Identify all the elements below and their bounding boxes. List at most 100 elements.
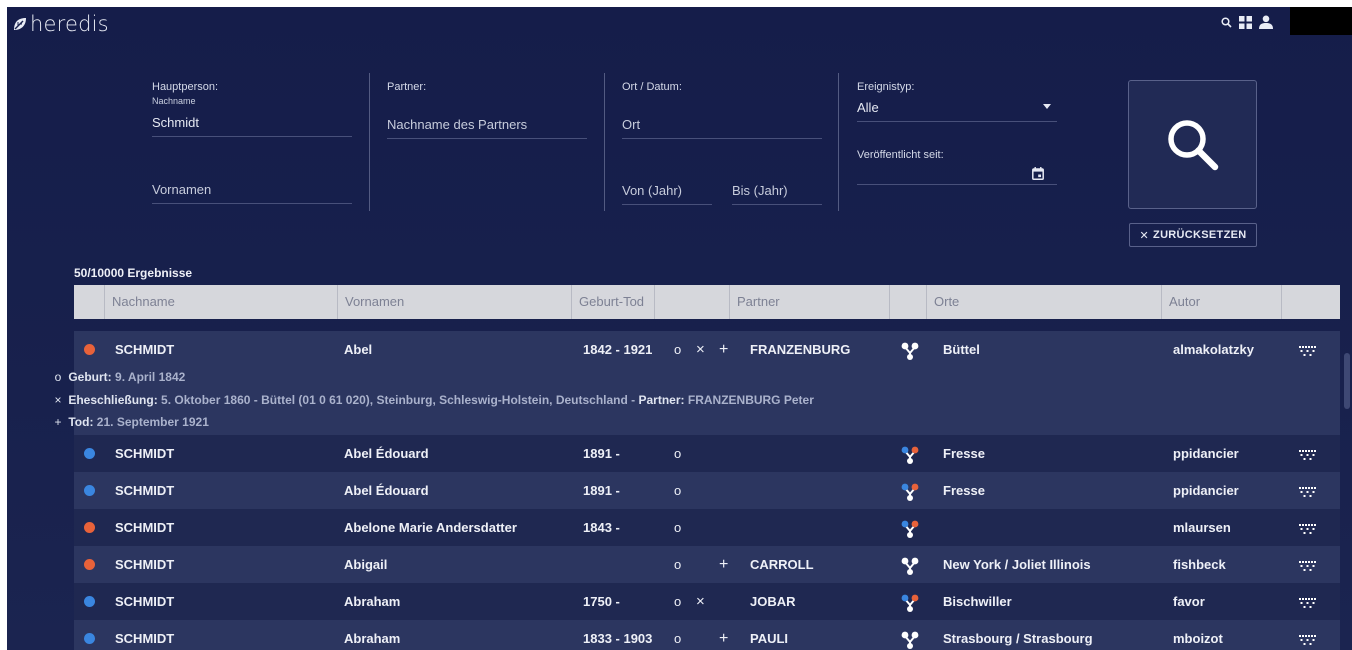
- cell-nachname: SCHMIDT: [115, 557, 175, 572]
- cell-vornamen: Abel: [344, 342, 373, 357]
- table-row[interactable]: SCHMIDT Abel Édouard 1891 - o Fresse ppidanci…: [74, 472, 1340, 509]
- cell-nachname: SCHMIDT: [115, 342, 175, 357]
- family-tree-icon[interactable]: [900, 583, 920, 620]
- death-icon: +: [54, 415, 62, 429]
- divider: [838, 73, 839, 211]
- birth-icon: o: [674, 594, 682, 609]
- cell-orte: Bischwiller: [943, 594, 1012, 609]
- close-icon: ✕: [1139, 229, 1150, 242]
- divider: [604, 73, 605, 211]
- hauptperson-label: Hauptperson:: [152, 81, 219, 93]
- pedigree-icon[interactable]: [1298, 331, 1318, 368]
- veroeffentlicht-date-input[interactable]: [857, 167, 1057, 185]
- gender-dot: [84, 522, 95, 533]
- cell-autor[interactable]: fishbeck: [1173, 546, 1226, 583]
- column-header-actions: [1281, 285, 1340, 319]
- cell-orte: New York / Joliet Illinois: [943, 557, 1091, 572]
- family-tree-icon[interactable]: [900, 509, 920, 546]
- column-header-tree: [889, 285, 926, 319]
- table-row[interactable]: SCHMIDT Abelone Marie Andersdatter 1843 - o…: [74, 509, 1340, 546]
- vornamen-input[interactable]: Vornamen: [152, 182, 352, 204]
- detail-partner-value: FRANZENBURG Peter: [687, 393, 814, 407]
- table-row[interactable]: SCHMIDT Abel Édouard 1891 - o Fresse ppidanci…: [74, 435, 1340, 472]
- cell-nachname: SCHMIDT: [115, 594, 175, 609]
- column-header-geburt-tod[interactable]: Geburt-Tod: [571, 285, 654, 319]
- nachname-input[interactable]: Schmidt: [152, 115, 352, 137]
- search-button[interactable]: [1128, 80, 1257, 209]
- cell-nachname: SCHMIDT: [115, 520, 175, 535]
- detail-geburt: o Geburt: 9. April 1842: [51, 370, 186, 384]
- search-icon: [1167, 119, 1218, 170]
- column-header-autor[interactable]: Autor: [1161, 285, 1281, 319]
- partner-label: Partner:: [387, 81, 427, 93]
- cell-nachname: SCHMIDT: [115, 446, 175, 461]
- cell-dates: 1843 -: [583, 520, 620, 535]
- detail-tod-value: 21. September 1921: [96, 415, 209, 429]
- cell-orte: Büttel: [943, 342, 980, 357]
- ereignistyp-select[interactable]: Alle: [857, 100, 1057, 122]
- leaf-icon: [14, 18, 26, 30]
- gender-dot: [84, 559, 95, 570]
- veroeffentlicht-label: Veröffentlicht seit:: [857, 149, 944, 161]
- family-tree-icon[interactable]: [900, 620, 920, 650]
- pedigree-icon[interactable]: [1298, 546, 1318, 583]
- family-tree-icon[interactable]: [900, 331, 920, 368]
- reset-label: ZURÜCKSETZEN: [1153, 229, 1247, 241]
- gender-dot: [84, 448, 95, 459]
- cell-autor[interactable]: favor: [1173, 583, 1205, 620]
- reset-button[interactable]: ✕ ZURÜCKSETZEN: [1129, 223, 1257, 247]
- detail-partner-label: Partner:: [638, 393, 685, 407]
- cell-autor[interactable]: almakolatzky: [1173, 331, 1254, 368]
- cell-dates: 1842 - 1921: [583, 342, 653, 357]
- family-tree-icon[interactable]: [900, 546, 920, 583]
- grid-icon[interactable]: [1239, 15, 1252, 29]
- gender-dot: [84, 485, 95, 496]
- bis-jahr-input[interactable]: Bis (Jahr): [732, 183, 822, 205]
- column-header-partner[interactable]: Partner: [729, 285, 889, 319]
- cell-nachname: SCHMIDT: [115, 631, 175, 646]
- pedigree-icon[interactable]: [1298, 509, 1318, 546]
- logo[interactable]: heredis: [12, 12, 109, 36]
- pedigree-icon[interactable]: [1298, 435, 1318, 472]
- cell-dates: 1750 -: [583, 594, 620, 609]
- pedigree-icon[interactable]: [1298, 472, 1318, 509]
- ort-input[interactable]: Ort: [622, 117, 822, 139]
- table-header: Nachname Vornamen Geburt-Tod Partner Ort…: [74, 285, 1340, 319]
- gender-dot: [84, 633, 95, 644]
- search-icon[interactable]: [1221, 16, 1232, 28]
- ereignistyp-label: Ereignistyp:: [857, 81, 915, 93]
- detail-geburt-value: 9. April 1842: [115, 370, 186, 384]
- partner-input[interactable]: Nachname des Partners: [387, 117, 587, 139]
- table-row[interactable]: SCHMIDT Abel 1842 - 1921 o × + FRANZENBURG Bütt…: [74, 331, 1340, 368]
- column-header-vornamen[interactable]: Vornamen: [337, 285, 571, 319]
- divider: [369, 73, 370, 211]
- pedigree-icon[interactable]: [1298, 620, 1318, 650]
- redacted-area: [1290, 7, 1352, 35]
- app-window: heredis Hauptperson: Nachname Schmidt Vo…: [7, 7, 1352, 650]
- ort-datum-label: Ort / Datum:: [622, 81, 682, 93]
- cell-autor[interactable]: ppidancier: [1173, 435, 1239, 472]
- user-icon[interactable]: [1259, 15, 1273, 29]
- table-row[interactable]: SCHMIDT Abigail o + CARROLL New York / Joliet…: [74, 546, 1340, 583]
- marriage-icon: ×: [696, 341, 705, 358]
- family-tree-icon[interactable]: [900, 472, 920, 509]
- cell-nachname: SCHMIDT: [115, 483, 175, 498]
- marriage-icon: ×: [696, 593, 705, 610]
- cell-autor[interactable]: ppidancier: [1173, 472, 1239, 509]
- pedigree-icon[interactable]: [1298, 583, 1318, 620]
- column-header-nachname[interactable]: Nachname: [104, 285, 337, 319]
- cell-partner: CARROLL: [750, 557, 814, 572]
- nachname-sublabel: Nachname: [152, 96, 196, 106]
- scrollbar[interactable]: [1344, 353, 1350, 409]
- cell-autor[interactable]: mboizot: [1173, 620, 1223, 650]
- cell-partner: JOBAR: [750, 594, 796, 609]
- column-header-orte[interactable]: Orte: [926, 285, 1161, 319]
- detail-tod: + Tod: 21. September 1921: [51, 415, 209, 429]
- table-row[interactable]: SCHMIDT Abraham 1750 - o × JOBAR Bischwiller fa…: [74, 583, 1340, 620]
- gender-dot: [84, 344, 95, 355]
- table-row[interactable]: SCHMIDT Abraham 1833 - 1903 o + PAULI Strasbou…: [74, 620, 1340, 650]
- von-jahr-input[interactable]: Von (Jahr): [622, 183, 712, 205]
- cell-autor[interactable]: mlaursen: [1173, 509, 1231, 546]
- calendar-icon[interactable]: [1032, 167, 1044, 180]
- family-tree-icon[interactable]: [900, 435, 920, 472]
